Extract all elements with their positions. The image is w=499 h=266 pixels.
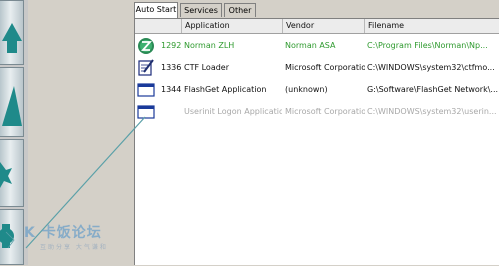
launcher-strip bbox=[0, 0, 28, 265]
launcher-button-triangle[interactable] bbox=[0, 67, 24, 137]
pid-cell: 1344 bbox=[161, 85, 181, 94]
application-cell: FlashGet Application bbox=[184, 85, 267, 94]
vendor-cell: Microsoft Corporation bbox=[285, 63, 365, 72]
column-header-filename[interactable]: Filename bbox=[365, 19, 499, 33]
filename-cell: G:\Software\FlashGet Network\... bbox=[367, 85, 499, 94]
tab-services[interactable]: Services bbox=[180, 3, 222, 17]
table-row[interactable]: 1292 Norman ZLH Norman ASA C:\Program Fi… bbox=[135, 35, 499, 57]
watermark-title: K 卡饭论坛 bbox=[24, 225, 102, 241]
column-header-blank[interactable] bbox=[135, 19, 182, 33]
application-window-icon bbox=[137, 83, 155, 97]
column-header-vendor[interactable]: Vendor bbox=[283, 19, 365, 33]
vendor-cell: (unknown) bbox=[285, 85, 328, 94]
triangle-icon bbox=[2, 86, 22, 126]
application-window-icon bbox=[137, 105, 155, 119]
norman-z-icon bbox=[138, 38, 154, 54]
table-row[interactable]: 1344 FlashGet Application (unknown) G:\S… bbox=[135, 79, 499, 101]
pid-cell: 1292 bbox=[161, 41, 181, 50]
gear-icon bbox=[0, 224, 14, 248]
table-row[interactable]: 1336 CTF Loader Microsoft Corporation C:… bbox=[135, 57, 499, 79]
watermark-subtitle: 互助分享 大气谦和 bbox=[40, 244, 108, 251]
list-header: Application Vendor Filename bbox=[135, 19, 499, 34]
launcher-button-star[interactable] bbox=[0, 139, 24, 207]
notepad-pen-icon bbox=[138, 59, 154, 76]
launcher-button-gear[interactable] bbox=[0, 209, 24, 265]
filename-cell: C:\WINDOWS\system32\ctfmo... bbox=[367, 63, 495, 72]
table-row[interactable]: Userinit Logon Application Microsoft Cor… bbox=[135, 101, 499, 123]
column-header-application[interactable]: Application bbox=[182, 19, 283, 33]
up-arrow-icon bbox=[2, 23, 22, 53]
vendor-cell: Microsoft Corporation bbox=[285, 107, 365, 116]
star-icon bbox=[0, 162, 12, 188]
tab-other[interactable]: Other bbox=[224, 3, 256, 17]
launcher-button-up[interactable] bbox=[0, 0, 24, 65]
application-cell: Norman ZLH bbox=[184, 41, 235, 50]
application-cell: Userinit Logon Application bbox=[184, 107, 282, 116]
application-cell: CTF Loader bbox=[184, 63, 230, 72]
filename-cell: C:\WINDOWS\system32\userin... bbox=[367, 107, 497, 116]
filename-cell: C:\Program Files\Norman\Np... bbox=[367, 41, 488, 50]
vendor-cell: Norman ASA bbox=[285, 41, 336, 50]
site-watermark: K 卡饭论坛 互助分享 大气谦和 bbox=[24, 222, 134, 258]
auto-start-list: Application Vendor Filename 1292 Norman … bbox=[134, 18, 499, 265]
tab-auto-start[interactable]: Auto Start bbox=[134, 2, 178, 18]
pid-cell bbox=[161, 106, 181, 118]
pid-cell: 1336 bbox=[161, 63, 181, 72]
